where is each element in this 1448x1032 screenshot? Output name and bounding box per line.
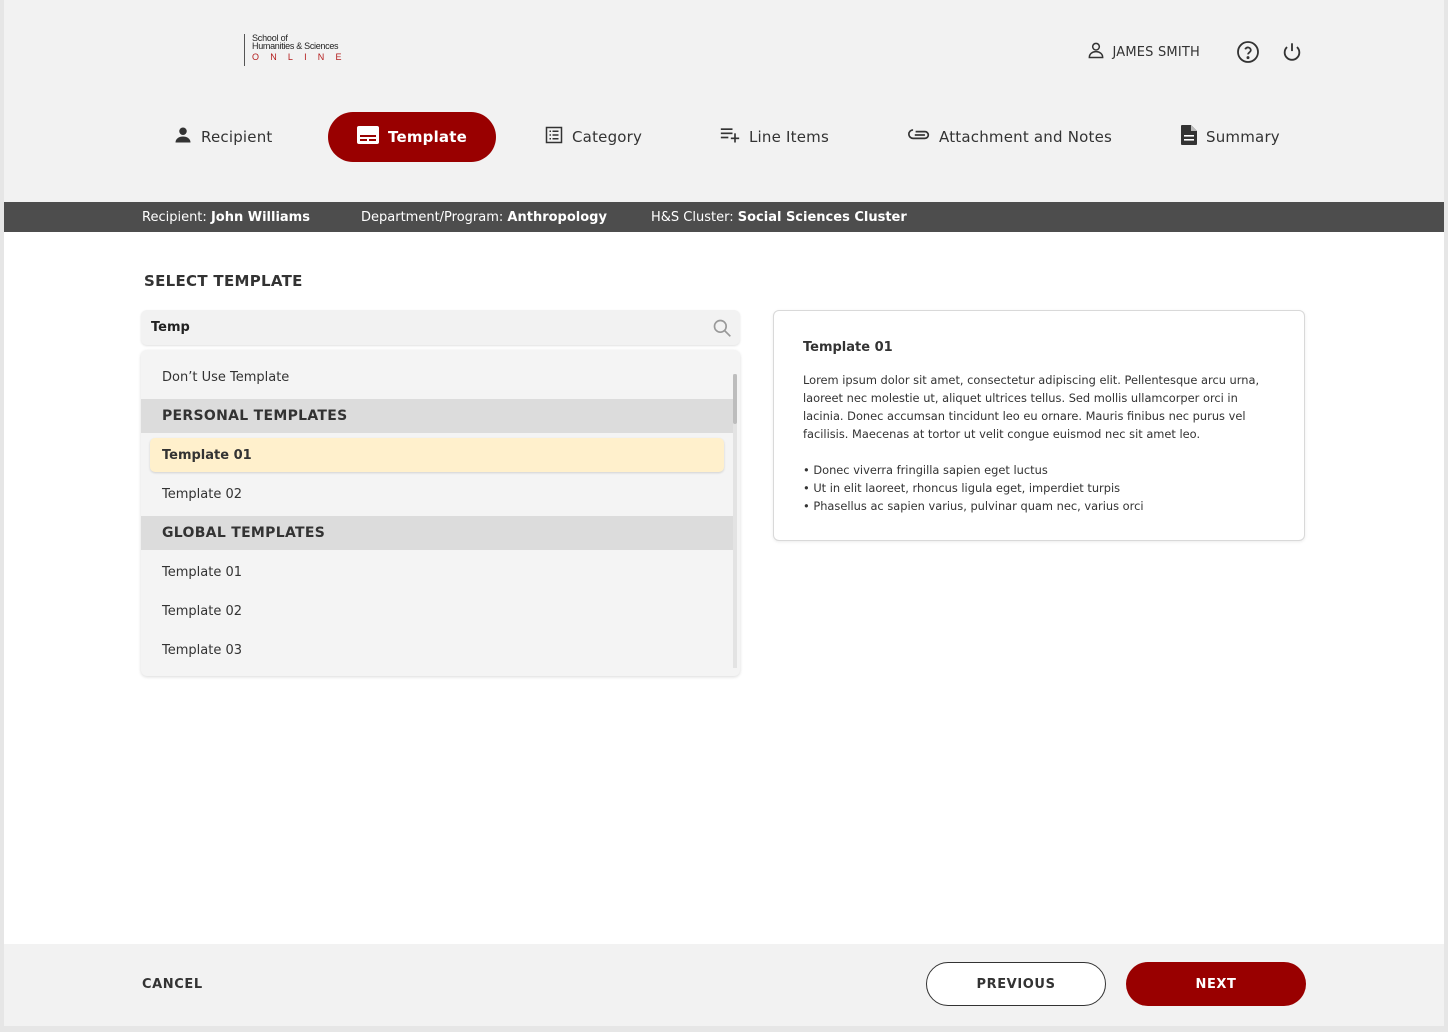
option-global-template-03[interactable]: Template 03 <box>141 633 733 667</box>
option-global-template-01[interactable]: Template 01 <box>141 555 733 589</box>
context-cluster-label: H&S Cluster: <box>651 210 734 225</box>
context-department-label: Department/Program: <box>361 210 504 225</box>
preview-body: Lorem ipsum dolor sit amet, consectetur … <box>803 373 1260 441</box>
power-icon[interactable] <box>1278 38 1306 66</box>
context-cluster-value: Social Sciences Cluster <box>737 210 907 225</box>
user-icon <box>1086 40 1106 64</box>
user-area: JAMES SMITH <box>1086 38 1306 66</box>
step-label: Line Items <box>749 128 829 146</box>
context-bar: Recipient: John Williams Department/Prog… <box>4 202 1444 232</box>
person-icon <box>174 126 192 148</box>
preview-bullet: • Ut in elit laoreet, rhoncus ligula ege… <box>803 481 1121 495</box>
context-cluster: H&S Cluster: Social Sciences Cluster <box>651 210 907 225</box>
playlist-add-icon <box>720 126 740 148</box>
step-summary[interactable]: Summary <box>1181 112 1280 162</box>
template-preview: Template 01 Lorem ipsum dolor sit amet, … <box>773 310 1305 541</box>
option-personal-template-02[interactable]: Template 02 <box>141 477 733 511</box>
step-line-items[interactable]: Line Items <box>720 112 829 162</box>
section-title: SELECT TEMPLATE <box>144 272 303 290</box>
step-label: Recipient <box>201 128 273 146</box>
document-icon <box>1181 125 1197 149</box>
context-recipient: Recipient: John Williams <box>142 210 310 225</box>
context-department-value: Anthropology <box>507 210 607 225</box>
step-category[interactable]: Category <box>545 112 642 162</box>
preview-bullet: • Phasellus ac sapien varius, pulvinar q… <box>803 499 1144 513</box>
option-personal-template-01[interactable]: Template 01 <box>150 438 724 472</box>
context-recipient-label: Recipient: <box>142 210 207 225</box>
context-department: Department/Program: Anthropology <box>361 210 607 225</box>
footer: CANCEL PREVIOUS NEXT <box>4 944 1444 1026</box>
user-name: JAMES SMITH <box>1112 44 1200 60</box>
scrollbar-thumb[interactable] <box>733 374 737 424</box>
step-attachment-notes[interactable]: Attachment and Notes <box>908 112 1112 162</box>
preview-bullet: • Donec viverra fringilla sapien eget lu… <box>803 463 1048 477</box>
group-header-global: GLOBAL TEMPLATES <box>141 516 733 550</box>
preview-bullets: • Donec viverra fringilla sapien eget lu… <box>803 461 1275 515</box>
logo[interactable]: School of Humanities & Sciences ONLINE <box>244 34 353 66</box>
cancel-button[interactable]: CANCEL <box>142 977 203 992</box>
user-menu[interactable]: JAMES SMITH <box>1086 40 1200 64</box>
step-label: Attachment and Notes <box>939 128 1113 146</box>
logo-line-3: ONLINE <box>252 52 353 62</box>
context-recipient-value: John Williams <box>210 210 310 225</box>
app-window: School of Humanities & Sciences ONLINE J… <box>4 0 1444 1026</box>
template-search <box>141 310 740 345</box>
header: School of Humanities & Sciences ONLINE J… <box>4 0 1444 202</box>
option-global-template-02[interactable]: Template 02 <box>141 594 733 628</box>
paperclip-icon <box>908 128 930 146</box>
search-icon[interactable] <box>712 318 732 338</box>
previous-button[interactable]: PREVIOUS <box>926 962 1106 1006</box>
help-icon[interactable] <box>1234 38 1262 66</box>
wizard-steps: Recipient Template Category Line Items A… <box>4 112 1444 162</box>
step-template[interactable]: Template <box>328 112 496 162</box>
option-dont-use-template[interactable]: Don’t Use Template <box>141 360 733 394</box>
next-button[interactable]: NEXT <box>1126 962 1306 1006</box>
list-box-icon <box>545 126 563 148</box>
step-label: Category <box>572 128 643 146</box>
preview-title: Template 01 <box>803 340 893 355</box>
template-search-input[interactable] <box>151 316 691 338</box>
step-label: Template <box>388 128 467 146</box>
step-label: Summary <box>1206 128 1280 146</box>
template-icon <box>357 126 379 148</box>
logo-line-2: Humanities & Sciences <box>252 41 339 51</box>
group-header-personal: PERSONAL TEMPLATES <box>141 399 733 433</box>
step-recipient[interactable]: Recipient <box>174 112 273 162</box>
template-dropdown: Don’t Use Template PERSONAL TEMPLATES Te… <box>141 350 740 676</box>
